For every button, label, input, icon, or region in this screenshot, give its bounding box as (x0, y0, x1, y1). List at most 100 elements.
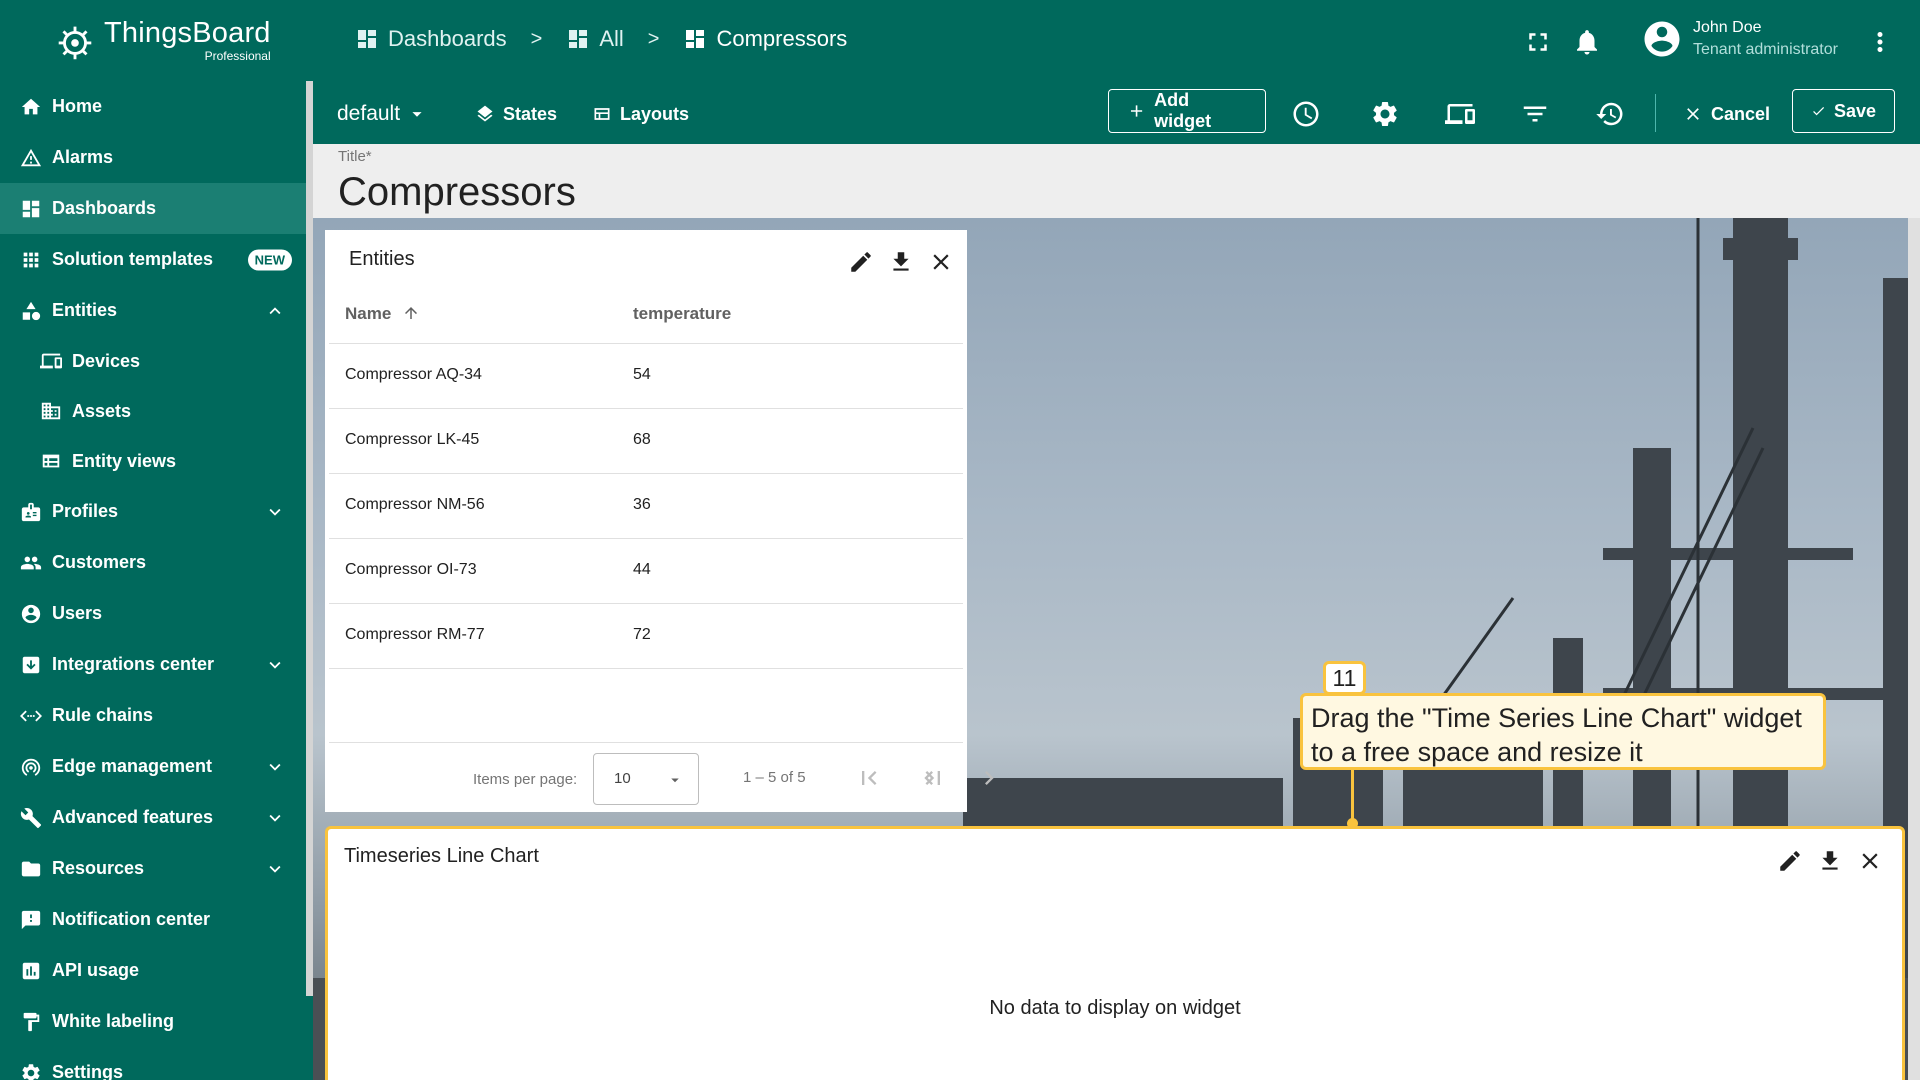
cell-name: Compressor RM-77 (345, 626, 485, 643)
cancel-label: Cancel (1711, 103, 1771, 124)
user-name: John Doe (1693, 19, 1762, 36)
devices-layout-icon[interactable] (1445, 99, 1475, 129)
states-button[interactable]: States (475, 84, 557, 144)
add-widget-button[interactable]: Add widget (1108, 89, 1266, 133)
sidebar-item-resources[interactable]: Resources (0, 843, 306, 894)
dashboard-icon (569, 30, 588, 48)
edit-icon[interactable] (847, 248, 875, 276)
new-badge: NEW (247, 249, 292, 270)
devices-icon (40, 350, 62, 372)
sidebar-item-label: Resources (52, 858, 145, 878)
column-header-name[interactable]: Name (345, 304, 420, 324)
notification-icon (20, 909, 42, 931)
users-icon (20, 603, 42, 625)
sidebar-item-rule-chains[interactable]: Rule chains (0, 690, 306, 741)
sidebar-item-label: Home (52, 96, 103, 116)
sidebar-item-users[interactable]: Users (0, 588, 306, 639)
home-icon (20, 96, 42, 118)
top-header: Dashboards > All > Compressors John Doe … (313, 0, 1920, 84)
sidebar-item-customers[interactable]: Customers (0, 537, 306, 588)
sidebar-item-label: Integrations center (52, 654, 215, 674)
sidebar-scrollbar[interactable] (306, 81, 313, 996)
sidebar-item-white-labeling[interactable]: White labeling (0, 996, 306, 1047)
download-icon[interactable] (1816, 847, 1844, 875)
save-button[interactable]: Save (1792, 89, 1895, 133)
sidebar-item-label: Alarms (52, 147, 114, 167)
more-vert-icon[interactable] (1865, 27, 1895, 57)
sidebar-item-label: Customers (52, 552, 147, 572)
sidebar-item-notification-center[interactable]: Notification center (0, 894, 306, 945)
sidebar-item-home[interactable]: Home (0, 81, 306, 132)
layers-icon (477, 105, 493, 122)
states-label: States (503, 103, 558, 124)
breadcrumb-dashboards[interactable]: Dashboards (355, 26, 507, 52)
table-row[interactable]: Compressor AQ-34 54 (329, 344, 963, 409)
sidebar-item-dashboards[interactable]: Dashboards (0, 183, 306, 234)
sidebar-item-solution-templates[interactable]: Solution templates NEW (0, 234, 306, 285)
dashboard-title-input[interactable]: Compressors (338, 170, 576, 215)
sidebar-item-alarms[interactable]: Alarms (0, 132, 306, 183)
callout-pointer-line (1351, 770, 1354, 822)
logo[interactable]: ThingsBoard Professional (0, 0, 313, 81)
logo-title: ThingsBoard (104, 17, 271, 49)
download-icon[interactable] (887, 248, 915, 276)
breadcrumb-all[interactable]: All (566, 26, 624, 52)
cancel-button[interactable]: Cancel (1683, 84, 1770, 144)
entities-table-widget[interactable]: Entities Name temperature Compressor AQ-… (325, 230, 994, 812)
widget-actions (835, 248, 955, 276)
dashboard-icon (358, 30, 376, 48)
table-row[interactable]: Compressor RM-77 72 (329, 604, 963, 669)
cell-name: Compressor AQ-34 (345, 366, 482, 383)
callout-pointer-dot (1347, 818, 1358, 829)
logo-edition: Professional (204, 49, 271, 63)
sidebar-item-profiles[interactable]: Profiles (0, 486, 306, 537)
sidebar-item-advanced-features[interactable]: Advanced features (0, 792, 306, 843)
next-page-icon[interactable] (975, 764, 1003, 792)
sidebar-item-api-usage[interactable]: API usage (0, 945, 306, 996)
sidebar-item-entities[interactable]: Entities (0, 285, 306, 336)
page-size-select[interactable]: 10 (593, 753, 699, 805)
account-circle-icon (1641, 18, 1683, 60)
chevron-down-icon (264, 807, 286, 829)
layout-select[interactable]: default (337, 84, 428, 144)
dashboard-canvas[interactable]: Entities Name temperature Compressor AQ-… (313, 218, 1920, 1080)
history-icon[interactable] (1595, 99, 1625, 129)
table-row[interactable]: Compressor OI-73 44 (329, 539, 963, 604)
dashboard-icon (686, 30, 705, 48)
notifications-bell-icon[interactable] (1572, 27, 1602, 57)
sidebar-item-settings[interactable]: Settings (0, 1047, 306, 1080)
timewindow-clock-icon[interactable] (1291, 99, 1321, 129)
fullscreen-icon[interactable] (1523, 27, 1553, 57)
last-page-icon[interactable] (919, 764, 947, 792)
entities-icon (20, 300, 42, 322)
close-icon[interactable] (927, 248, 955, 276)
close-icon[interactable] (1856, 847, 1884, 875)
sidebar-item-entity-views[interactable]: Entity views (0, 436, 306, 486)
sidebar-item-devices[interactable]: Devices (0, 336, 306, 386)
filter-icon[interactable] (1520, 99, 1550, 129)
timeseries-line-chart-widget[interactable]: Timeseries Line Chart No data to display… (325, 826, 1905, 1080)
column-header-temperature[interactable]: temperature (633, 304, 731, 324)
sidebar-item-label: Dashboards (52, 198, 157, 218)
table-row[interactable]: Compressor LK-45 68 (329, 409, 963, 474)
sidebar-item-edge-management[interactable]: Edge management (0, 741, 306, 792)
edit-icon[interactable] (1776, 847, 1804, 875)
table-row[interactable]: Compressor NM-56 36 (329, 474, 963, 539)
cell-temperature: 44 (633, 561, 651, 578)
layouts-button[interactable]: Layouts (592, 84, 689, 144)
paint-roller-icon (20, 1011, 42, 1033)
first-page-icon[interactable] (855, 764, 883, 792)
sidebar-item-integrations-center[interactable]: Integrations center (0, 639, 306, 690)
gear-icon (20, 1062, 42, 1080)
sidebar-item-assets[interactable]: Assets (0, 386, 306, 436)
dashboard-icon (20, 198, 42, 220)
user-menu[interactable]: John Doe Tenant administrator (1641, 18, 1838, 60)
settings-gear-icon[interactable] (1370, 99, 1400, 129)
no-data-message: No data to display on widget (989, 997, 1241, 1019)
save-label: Save (1833, 100, 1876, 121)
breadcrumb-separator: > (530, 27, 543, 50)
canvas-scrollbar[interactable] (1908, 218, 1920, 1080)
sidebar-item-label: Entities (52, 300, 118, 320)
dashboard-title-field[interactable]: Title* Compressors (313, 144, 1920, 218)
column-label: Name (345, 304, 392, 323)
